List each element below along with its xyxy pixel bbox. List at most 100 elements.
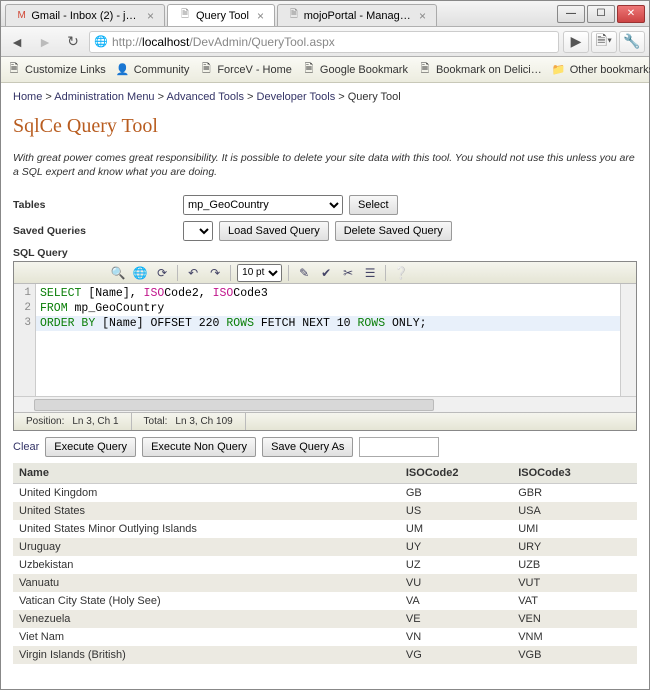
clear-icon[interactable]: ✂ [339,264,357,282]
page-menu-button[interactable]: 🗎▾ [591,31,617,53]
close-button[interactable]: ✕ [617,5,645,23]
column-header[interactable]: Name [13,463,400,484]
globe-icon[interactable]: 🌐 [131,264,149,282]
table-cell: Virgin Islands (British) [13,646,400,664]
nav-bar: ◄ ► ↻ 🌐 http://localhost/DevAdmin/QueryT… [1,27,649,57]
column-header[interactable]: ISOCode3 [512,463,637,484]
save-query-as-button[interactable]: Save Query As [262,437,353,457]
clear-link[interactable]: Clear [13,441,39,453]
page-content: Home > Administration Menu > Advanced To… [1,83,649,691]
bookmark-label: Google Bookmark [320,64,408,76]
table-row: Vatican City State (Holy See)VAVAT [13,592,637,610]
font-size-select[interactable]: 10 pt [237,264,282,282]
breadcrumb-link[interactable]: Administration Menu [54,91,154,103]
editor-scrollbar-vertical[interactable] [620,284,636,396]
load-saved-button[interactable]: Load Saved Query [219,221,329,241]
refresh-icon[interactable]: ⟳ [153,264,171,282]
table-row: UruguayUYURY [13,538,637,556]
editor-body[interactable]: 123 SELECT [Name], ISOCode2, ISOCode3 FR… [14,284,636,396]
breadcrumb-link[interactable]: Advanced Tools [167,91,244,103]
table-cell: Uruguay [13,538,400,556]
table-cell: VG [400,646,512,664]
format-icon[interactable]: ☰ [361,264,379,282]
table-cell: Vanuatu [13,574,400,592]
table-cell: GBR [512,484,637,503]
table-row: VanuatuVUVUT [13,574,637,592]
table-row: UzbekistanUZUZB [13,556,637,574]
code-area[interactable]: SELECT [Name], ISOCode2, ISOCode3 FROM m… [36,284,636,396]
folder-icon: 📁 [552,63,566,77]
save-query-as-input[interactable] [359,437,439,457]
bookmark-icon: 🗎 [302,63,316,77]
tab-favicon-icon: M [16,9,27,23]
window-titlebar: MGmail - Inbox (2) - joe.au…×🗎Query Tool… [1,1,649,27]
column-header[interactable]: ISOCode2 [400,463,512,484]
table-cell: United States Minor Outlying Islands [13,520,400,538]
table-row: Virgin Islands (British)VGVGB [13,646,637,664]
redo-icon[interactable]: ↷ [206,264,224,282]
table-cell: VUT [512,574,637,592]
highlight-icon[interactable]: ✎ [295,264,313,282]
bookmark-item[interactable]: 👤Community [116,63,190,77]
go-button[interactable]: ▶ [563,31,589,53]
breadcrumb-link[interactable]: Home [13,91,42,103]
undo-icon[interactable]: ↶ [184,264,202,282]
bookmark-item[interactable]: 🗎Bookmark on Delici… [418,63,542,77]
window-controls: — ☐ ✕ [557,1,649,26]
globe-icon: 🌐 [94,35,108,49]
table-cell: United Kingdom [13,484,400,503]
tab-label: Gmail - Inbox (2) - joe.au… [31,10,139,22]
url-text: http://localhost/DevAdmin/QueryTool.aspx [112,35,335,49]
browser-tab[interactable]: M Gmail - Inbox (2) - joe.au… × [5,4,165,26]
browser-tab[interactable]: 🗎mojoPortal - Manage User× [277,4,437,26]
browser-tab[interactable]: 🗎Query Tool× [167,4,275,26]
tab-favicon-icon: 🗎 [178,9,192,23]
bookmark-item[interactable]: 🗎ForceV - Home [199,63,292,77]
table-cell: USA [512,502,637,520]
table-cell: Uzbekistan [13,556,400,574]
back-button[interactable]: ◄ [5,31,29,53]
table-cell: UMI [512,520,637,538]
tab-close-icon[interactable]: × [257,9,264,23]
check-icon[interactable]: ✔ [317,264,335,282]
table-cell: GB [400,484,512,503]
execute-non-query-button[interactable]: Execute Non Query [142,437,256,457]
table-cell: UZ [400,556,512,574]
breadcrumb: Home > Administration Menu > Advanced To… [13,91,637,103]
find-icon[interactable]: 🔍 [109,264,127,282]
sql-editor: 🔍 🌐 ⟳ ↶ ↷ 10 pt ✎ ✔ ✂ ☰ ❔ 123 SELECT [Na… [13,261,637,431]
minimize-button[interactable]: — [557,5,585,23]
forward-button[interactable]: ► [33,31,57,53]
tab-close-icon[interactable]: × [419,9,426,23]
status-total-value: Ln 3, Ch 109 [175,416,232,427]
bookmark-label: Bookmark on Delici… [436,64,542,76]
reload-button[interactable]: ↻ [61,31,85,53]
tab-close-icon[interactable]: × [147,9,154,23]
bookmark-icon: 👤 [116,63,130,77]
wrench-button[interactable]: 🔧 [619,31,645,53]
other-bookmarks[interactable]: 📁 Other bookmarks [552,63,650,77]
sql-query-label: SQL Query [13,247,637,259]
bookmark-label: ForceV - Home [217,64,292,76]
saved-queries-label: Saved Queries [13,225,183,237]
saved-queries-row: Saved Queries Load Saved Query Delete Sa… [13,221,637,241]
table-cell: VE [400,610,512,628]
table-cell: UZB [512,556,637,574]
bookmark-item[interactable]: 🗎Customize Links [7,63,106,77]
table-cell: VGB [512,646,637,664]
table-cell: VA [400,592,512,610]
table-row: VenezuelaVEVEN [13,610,637,628]
saved-queries-select[interactable] [183,221,213,241]
select-button[interactable]: Select [349,195,398,215]
breadcrumb-link[interactable]: Developer Tools [257,91,336,103]
execute-query-button[interactable]: Execute Query [45,437,136,457]
status-total-label: Total: [144,416,168,427]
bookmark-item[interactable]: 🗎 Google Bookmark [302,63,408,77]
table-cell: Vatican City State (Holy See) [13,592,400,610]
address-bar[interactable]: 🌐 http://localhost/DevAdmin/QueryTool.as… [89,31,559,53]
tables-select[interactable]: mp_GeoCountry [183,195,343,215]
delete-saved-button[interactable]: Delete Saved Query [335,221,452,241]
maximize-button[interactable]: ☐ [587,5,615,23]
editor-scrollbar-horizontal[interactable] [14,396,636,412]
help-icon[interactable]: ❔ [392,264,410,282]
